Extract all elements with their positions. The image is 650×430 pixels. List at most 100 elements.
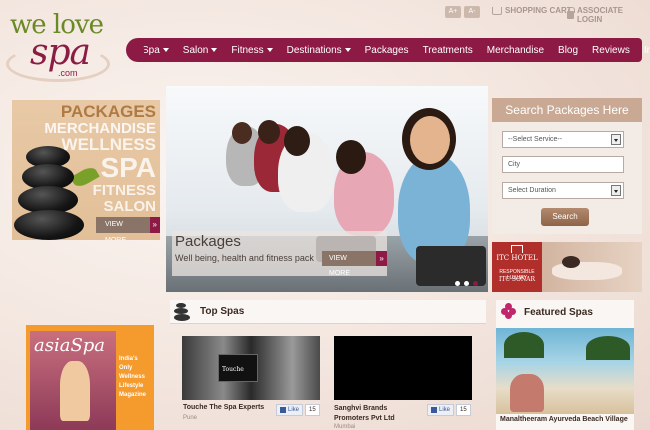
font-increase-button[interactable]: A+ bbox=[445, 6, 461, 18]
cart-icon bbox=[492, 6, 502, 15]
featured-figure bbox=[510, 374, 544, 412]
magazine-title: asiaSpa bbox=[34, 335, 106, 356]
palm-decoration bbox=[504, 332, 544, 358]
promo-view-more-button[interactable]: VIEW MORE » bbox=[96, 217, 160, 240]
magazine-figure bbox=[60, 361, 90, 421]
chevron-down-icon bbox=[266, 48, 273, 52]
featured-spa-image[interactable] bbox=[496, 328, 634, 414]
top-spa-image[interactable]: Touche bbox=[182, 336, 320, 400]
select-duration-value: Select Duration bbox=[508, 187, 556, 194]
rider-head bbox=[258, 120, 280, 144]
magazine-cover: asiaSpa bbox=[30, 331, 116, 430]
promo-word: PACKAGES bbox=[60, 102, 156, 121]
ad-image-figure bbox=[562, 256, 580, 268]
shopping-cart-link[interactable]: SHOPPING CART bbox=[492, 6, 572, 15]
site-logo[interactable]: we love spa .com bbox=[6, 10, 116, 82]
nav-item-info[interactable]: Info bbox=[637, 45, 650, 56]
search-panel-title: Search Packages Here bbox=[492, 98, 642, 122]
facebook-like-button[interactable]: Like bbox=[427, 404, 455, 416]
slider-dot[interactable] bbox=[455, 281, 460, 286]
facebook-icon bbox=[280, 407, 286, 413]
petal bbox=[505, 312, 512, 319]
rider-head bbox=[232, 122, 252, 144]
search-packages-panel: Search Packages Here --Select Service-- … bbox=[492, 98, 642, 234]
hero-caption: Packages Well being, health and fitness … bbox=[172, 231, 387, 277]
top-spas-title: Top Spas bbox=[200, 306, 245, 317]
nav-label: Salon bbox=[182, 44, 209, 56]
chevron-down-icon bbox=[611, 134, 621, 145]
chevron-down-icon bbox=[211, 48, 218, 52]
city-placeholder: City bbox=[508, 161, 521, 168]
promo-word: SPA bbox=[100, 152, 157, 183]
itc-logo: ITC HOTEL RESPONSIBLE LUXURY ITC SONAR bbox=[492, 242, 542, 292]
like-label: Like bbox=[439, 407, 451, 413]
hero-subtitle: Well being, health and fitness pack bbox=[175, 253, 314, 263]
logo-suffix: .com bbox=[58, 68, 78, 78]
nav-item-blog[interactable]: Blog bbox=[551, 45, 585, 56]
nav-item-reviews[interactable]: Reviews bbox=[585, 45, 637, 56]
itc-emblem-icon bbox=[511, 245, 523, 253]
hero-slider[interactable]: Packages Well being, health and fitness … bbox=[166, 86, 488, 292]
magazine-ad[interactable]: asiaSpa India's Only Wellness Lifestyle … bbox=[26, 325, 154, 430]
select-service-value: --Select Service-- bbox=[508, 136, 563, 143]
city-input[interactable]: City bbox=[502, 156, 624, 173]
top-spa-image-text: Touche bbox=[222, 366, 244, 373]
featured-spas-title: Featured Spas bbox=[524, 307, 593, 318]
like-count: 15 bbox=[305, 404, 320, 416]
stone-decoration bbox=[14, 210, 84, 240]
nav-item-packages[interactable]: Packages bbox=[358, 45, 416, 56]
select-service-dropdown[interactable]: --Select Service-- bbox=[502, 131, 624, 148]
hero-title: Packages bbox=[175, 233, 241, 250]
promo-word: SALON bbox=[103, 198, 157, 215]
hero-view-more-button[interactable]: VIEW MORE » bbox=[322, 251, 387, 277]
nav-item-treatments[interactable]: Treatments bbox=[416, 45, 480, 56]
chevron-down-icon bbox=[611, 185, 621, 196]
top-spa-city: Pune bbox=[183, 415, 198, 421]
arrow-right-icon: » bbox=[376, 251, 387, 266]
select-duration-dropdown[interactable]: Select Duration bbox=[502, 182, 624, 199]
stone-shape bbox=[174, 314, 190, 321]
top-spa-name[interactable]: Touche The Spa Experts bbox=[183, 404, 264, 411]
palm-decoration bbox=[586, 336, 630, 360]
nav-item-merchandise[interactable]: Merchandise bbox=[480, 45, 551, 56]
associate-login-link[interactable]: ASSOCIATE LOGIN bbox=[567, 6, 650, 24]
facebook-like-widget[interactable]: Like 15 bbox=[276, 404, 320, 416]
font-decrease-button[interactable]: A- bbox=[464, 6, 480, 18]
chevron-down-icon bbox=[162, 48, 169, 52]
logo-main-text: spa bbox=[30, 32, 91, 73]
associate-login-label: ASSOCIATE LOGIN bbox=[576, 6, 624, 24]
bike bbox=[416, 246, 486, 286]
slider-dot-active[interactable] bbox=[473, 281, 478, 286]
like-count: 15 bbox=[456, 404, 471, 416]
itc-hotel-ad[interactable]: ITC HOTEL RESPONSIBLE LUXURY ITC SONAR bbox=[492, 242, 642, 292]
magazine-blurb: India's Only Wellness Lifestyle Magazine bbox=[119, 356, 147, 398]
itc-property: ITC SONAR bbox=[499, 276, 535, 283]
nav-label: Destinations bbox=[286, 44, 342, 56]
rider-head bbox=[284, 126, 310, 156]
nav-item-salon[interactable]: Salon bbox=[176, 45, 225, 56]
slider-dot[interactable] bbox=[464, 281, 469, 286]
itc-brand: ITC HOTEL bbox=[496, 254, 538, 262]
facebook-like-widget[interactable]: Like 15 bbox=[427, 404, 471, 416]
nav-item-fitness[interactable]: Fitness bbox=[224, 45, 279, 56]
top-spa-image[interactable] bbox=[334, 336, 472, 400]
view-more-label: VIEW MORE bbox=[96, 217, 150, 240]
nav-item-destinations[interactable]: Destinations bbox=[280, 45, 358, 56]
view-more-label: VIEW MORE bbox=[322, 251, 377, 277]
facebook-like-button[interactable]: Like bbox=[276, 404, 304, 416]
top-spa-city: Mumbai bbox=[334, 424, 356, 430]
main-nav: Spa Salon Fitness Destinations Packages … bbox=[126, 38, 650, 62]
top-spas-header: Top Spas bbox=[170, 300, 486, 324]
top-spa-name[interactable]: Sanghvi Brands Promoters Pvt Ltd bbox=[334, 404, 420, 424]
nav-label: Fitness bbox=[231, 44, 264, 56]
chevron-down-icon bbox=[344, 48, 351, 52]
promo-word: FITNESS bbox=[92, 182, 156, 199]
search-button[interactable]: Search bbox=[541, 208, 589, 226]
featured-spas-panel: Featured Spas Manaltheeram Ayurveda Beac… bbox=[496, 300, 634, 430]
featured-spa-name[interactable]: Manaltheeram Ayurveda Beach Village bbox=[500, 416, 628, 423]
lock-icon bbox=[567, 7, 575, 19]
rider-face bbox=[410, 116, 450, 164]
arrow-right-icon: » bbox=[149, 217, 160, 233]
promo-banner[interactable]: PACKAGES MERCHANDISE WELLNESS SPA FITNES… bbox=[12, 100, 160, 240]
slider-dots bbox=[455, 281, 478, 286]
